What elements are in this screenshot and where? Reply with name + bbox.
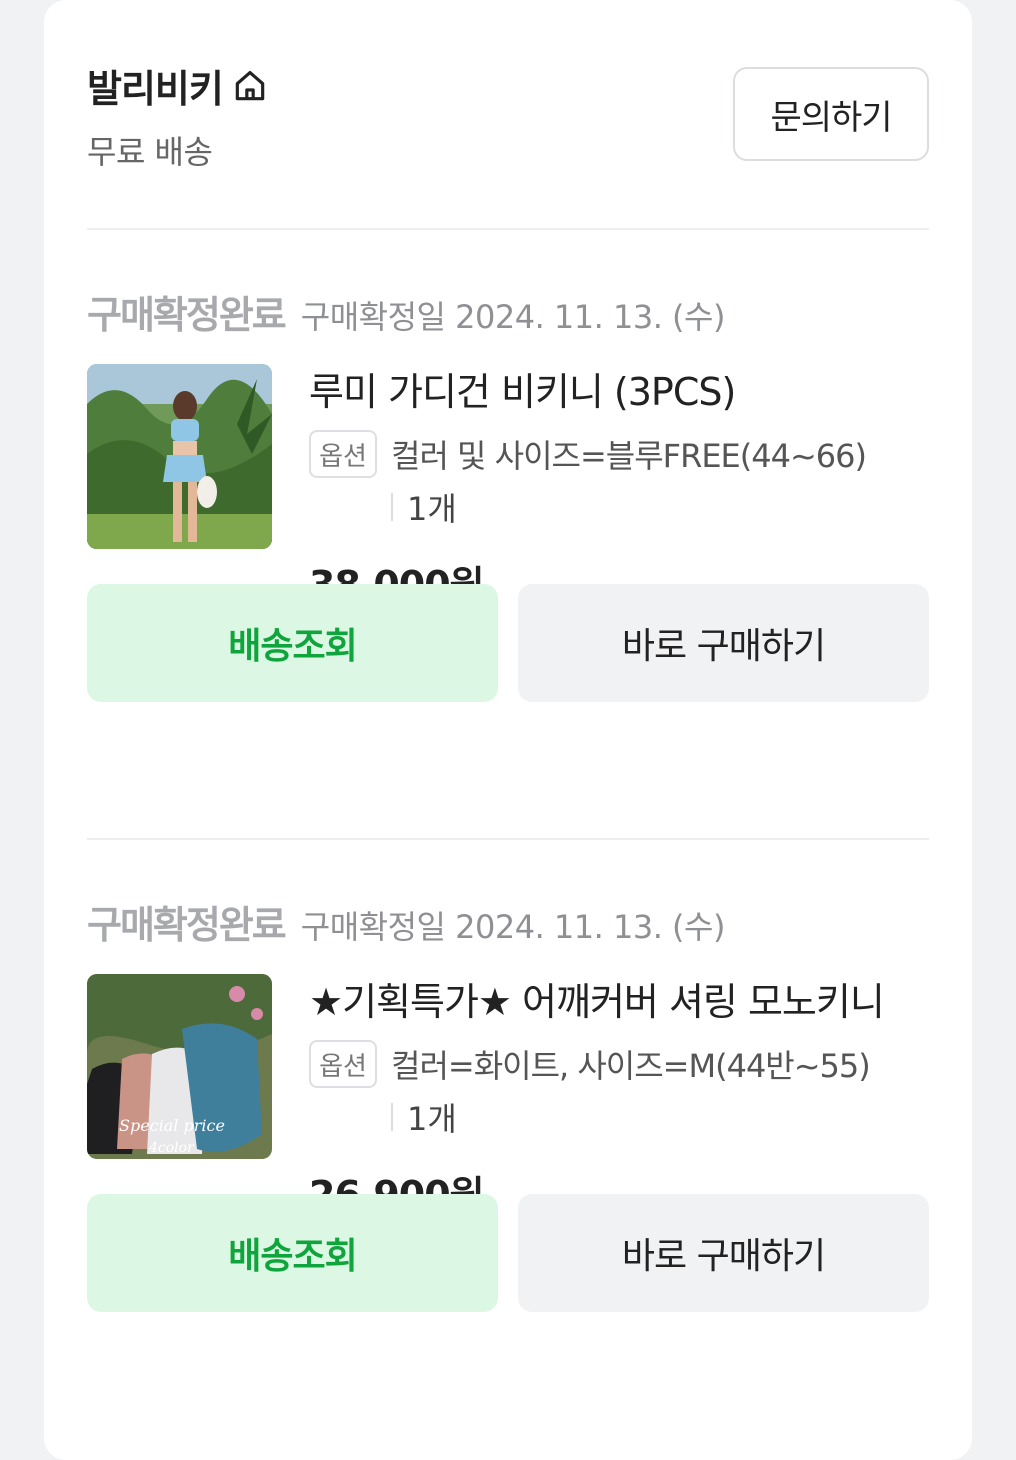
option-text: 컬러=화이트, 사이즈=M(44반~55) bbox=[391, 1047, 871, 1085]
store-name[interactable]: 발리비키 bbox=[87, 58, 224, 113]
product-thumbnail[interactable] bbox=[87, 364, 272, 549]
order-card: 발리비키 무료 배송 문의하기 구매확정완료 구매확정일 2024. 11. 1… bbox=[44, 0, 972, 1460]
quantity: 1개 bbox=[407, 490, 457, 528]
divider bbox=[87, 228, 929, 230]
buy-now-button[interactable]: 바로 구매하기 bbox=[518, 1194, 929, 1312]
option-row: 옵션 컬러=화이트, 사이즈=M(44반~55) bbox=[309, 1040, 929, 1088]
track-delivery-button[interactable]: 배송조회 bbox=[87, 584, 498, 702]
product-info: ★기획특가★ 어깨커버 셔링 모노키니 옵션 컬러=화이트, 사이즈=M(44반… bbox=[309, 974, 929, 1219]
product-info: 루미 가디건 비키니 (3PCS) 옵션 컬러 및 사이즈=블루FREE(44~… bbox=[309, 364, 929, 609]
product-thumbnail[interactable]: Special price 4color bbox=[87, 974, 272, 1159]
order-status: 구매확정완료 bbox=[87, 903, 287, 947]
thumbnail-text: 4color bbox=[148, 1140, 195, 1156]
product-name[interactable]: ★기획특가★ 어깨커버 셔링 모노키니 bbox=[309, 974, 929, 1030]
divider bbox=[87, 838, 929, 840]
option-badge: 옵션 bbox=[309, 1040, 377, 1088]
quantity: 1개 bbox=[407, 1100, 457, 1138]
confirm-date: 구매확정일 2024. 11. 13. (수) bbox=[300, 298, 726, 336]
home-icon[interactable] bbox=[231, 67, 269, 105]
option-badge: 옵션 bbox=[309, 430, 377, 478]
option-text: 컬러 및 사이즈=블루FREE(44~66) bbox=[391, 437, 867, 475]
thumbnail-text: Special price bbox=[119, 1116, 225, 1135]
product: 루미 가디건 비키니 (3PCS) 옵션 컬러 및 사이즈=블루FREE(44~… bbox=[87, 364, 929, 607]
store-header: 발리비키 무료 배송 문의하기 bbox=[87, 58, 929, 178]
inquiry-button[interactable]: 문의하기 bbox=[733, 67, 929, 161]
track-delivery-button[interactable]: 배송조회 bbox=[87, 1194, 498, 1312]
quantity-separator bbox=[391, 1103, 393, 1131]
status-row: 구매확정완료 구매확정일 2024. 11. 13. (수) bbox=[87, 894, 929, 947]
order-item: 구매확정완료 구매확정일 2024. 11. 13. (수) 루미 가디건 비키… bbox=[87, 284, 929, 704]
confirm-date: 구매확정일 2024. 11. 13. (수) bbox=[300, 908, 726, 946]
quantity-row: 1개 bbox=[309, 484, 929, 530]
status-row: 구매확정완료 구매확정일 2024. 11. 13. (수) bbox=[87, 284, 929, 337]
order-actions: 배송조회 바로 구매하기 bbox=[87, 584, 929, 702]
quantity-row: 1개 bbox=[309, 1094, 929, 1140]
quantity-separator bbox=[391, 493, 393, 521]
option-row: 옵션 컬러 및 사이즈=블루FREE(44~66) bbox=[309, 430, 929, 478]
order-status: 구매확정완료 bbox=[87, 293, 287, 337]
product-name[interactable]: 루미 가디건 비키니 (3PCS) bbox=[309, 364, 929, 420]
buy-now-button[interactable]: 바로 구매하기 bbox=[518, 584, 929, 702]
order-item: 구매확정완료 구매확정일 2024. 11. 13. (수) Special p… bbox=[87, 894, 929, 1314]
order-actions: 배송조회 바로 구매하기 bbox=[87, 1194, 929, 1312]
product: Special price 4color ★기획특가★ 어깨커버 셔링 모노키니… bbox=[87, 974, 929, 1217]
